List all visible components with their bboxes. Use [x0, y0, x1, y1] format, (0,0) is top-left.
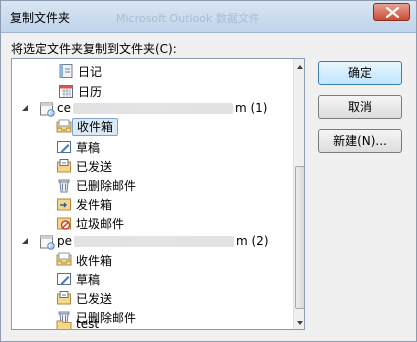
- tree-item-label: 日记: [78, 65, 103, 79]
- tree-item-label: 已发送: [76, 292, 113, 306]
- deleted-icon: [58, 179, 70, 193]
- ok-button[interactable]: 确定: [318, 61, 402, 85]
- drafts-icon: [57, 273, 71, 285]
- tree-item-inbox-2[interactable]: 收件箱: [12, 250, 292, 270]
- tree-item-sent-1[interactable]: 已发送: [12, 156, 292, 176]
- tree-scrollbar[interactable]: [293, 59, 304, 329]
- tree-item-deleted-1[interactable]: 已删除邮件: [12, 175, 292, 195]
- collapse-arrow-icon[interactable]: [22, 105, 28, 111]
- junk-icon: [57, 217, 71, 230]
- data-file-name-start: ce: [57, 101, 71, 115]
- tree-item-label: test: [76, 317, 100, 330]
- tree-item-junk-1[interactable]: 垃圾邮件: [12, 213, 292, 233]
- close-icon: [386, 7, 399, 18]
- inbox-icon: [56, 119, 72, 133]
- folder-tree[interactable]: 日记 日历 @ ce m (1) 收件箱 草稿 已发送 已删除邮件 发件箱 垃圾…: [11, 58, 305, 330]
- tree-item-journal[interactable]: 日记: [12, 61, 292, 81]
- data-file-name-end: m (2): [236, 234, 269, 248]
- close-button[interactable]: [373, 3, 410, 21]
- tree-item-label: 发件箱: [76, 198, 113, 212]
- copy-folder-dialog: 复制文件夹 Microsoft Outlook 数据文件 将选定文件夹复制到文件…: [0, 0, 417, 342]
- dialog-title: 复制文件夹: [10, 11, 71, 25]
- tree-item-label: 草稿: [76, 273, 101, 287]
- tree-item-calendar[interactable]: 日历: [12, 81, 292, 101]
- tree-item-data-file-1[interactable]: @ ce m (1): [12, 99, 292, 119]
- folder-icon: [56, 320, 72, 329]
- tree-item-data-file-2[interactable]: @ pe m (2): [12, 232, 292, 252]
- tree-item-label: ce m (1): [57, 101, 268, 115]
- collapse-arrow-icon[interactable]: [22, 238, 28, 244]
- title-bar: 复制文件夹 Microsoft Outlook 数据文件: [1, 1, 416, 33]
- data-file-icon: @: [40, 102, 55, 117]
- instruction-label: 将选定文件夹复制到文件夹(C):: [11, 42, 177, 56]
- redacted-text: [74, 236, 234, 247]
- tree-item-drafts-2[interactable]: 草稿: [12, 269, 292, 289]
- sent-icon: [57, 159, 71, 173]
- tree-item-test[interactable]: test: [12, 315, 292, 330]
- tree-item-inbox-1[interactable]: 收件箱: [12, 117, 292, 137]
- tree-item-label: 日历: [78, 85, 103, 99]
- tree-item-label: 收件箱: [76, 254, 113, 268]
- drafts-icon: [57, 141, 71, 153]
- tree-item-label: 已发送: [76, 160, 113, 174]
- journal-icon: [59, 64, 73, 78]
- scroll-up-button[interactable]: [294, 59, 304, 73]
- outbox-icon: [57, 198, 71, 211]
- redacted-text: [72, 103, 233, 114]
- chevron-up-icon: [297, 65, 303, 69]
- sent-icon: [57, 291, 71, 305]
- background-window-title: Microsoft Outlook 数据文件: [116, 12, 260, 25]
- tree-item-label: 垃圾邮件: [76, 217, 125, 231]
- new-folder-button[interactable]: 新建(N)...: [318, 129, 402, 153]
- calendar-icon: [59, 85, 73, 98]
- data-file-icon: @: [40, 235, 55, 250]
- tree-item-label: 草稿: [76, 141, 101, 155]
- data-file-name-end: m (1): [234, 101, 268, 115]
- inbox-icon: [56, 252, 72, 266]
- tree-item-label: pe m (2): [57, 234, 269, 248]
- tree-item-outbox-1[interactable]: 发件箱: [12, 194, 292, 214]
- chevron-down-icon: [297, 321, 303, 325]
- tree-item-drafts-1[interactable]: 草稿: [12, 137, 292, 157]
- cancel-button[interactable]: 取消: [318, 95, 402, 119]
- scroll-thumb[interactable]: [295, 166, 304, 309]
- tree-item-label: 收件箱: [72, 118, 119, 136]
- scroll-down-button[interactable]: [294, 315, 304, 329]
- tree-item-label: 已删除邮件: [76, 179, 137, 193]
- data-file-name-start: pe: [57, 234, 72, 248]
- tree-item-sent-2[interactable]: 已发送: [12, 288, 292, 308]
